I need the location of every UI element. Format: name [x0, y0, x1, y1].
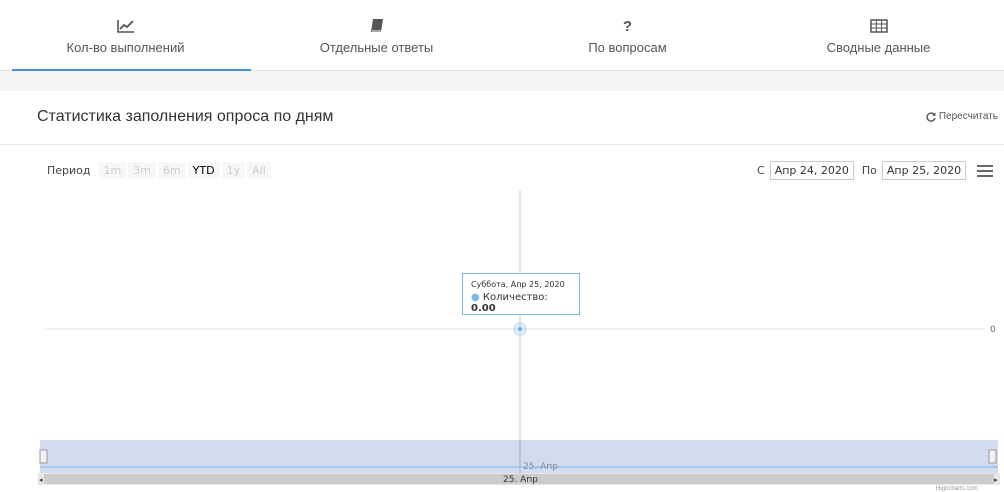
tab-individual-answers[interactable]: Отдельные ответы: [251, 0, 502, 70]
range-selector: Период 1m 3m 6m YTD 1y All: [47, 162, 273, 179]
tab-summary-data[interactable]: Сводные данные: [753, 0, 1004, 70]
chart-menu-icon[interactable]: [977, 165, 993, 180]
data-point[interactable]: [516, 325, 524, 333]
scrollbar-left-arrow[interactable]: ◂: [39, 477, 43, 484]
tooltip-row: ● Количество: 0.00: [471, 292, 571, 314]
section-separator: [0, 71, 1004, 91]
panel-title: Статистика заполнения опроса по дням: [37, 108, 334, 125]
range-ytd-button[interactable]: YTD: [187, 162, 220, 179]
navigator: 25. Апр ◂ ▸ 25. Апр: [38, 440, 1000, 485]
recalculate-label: Пересчитать: [938, 111, 998, 122]
tab-label: Кол-во выполнений: [66, 40, 185, 55]
date-range-inputs: С Апр 24, 2020 По Апр 25, 2020: [757, 161, 974, 180]
to-label: По: [861, 164, 877, 177]
tab-label: Отдельные ответы: [319, 40, 434, 55]
line-chart-icon: [116, 16, 136, 36]
tab-by-questions[interactable]: ? По вопросам: [502, 0, 753, 70]
recalculate-button[interactable]: Пересчитать: [926, 111, 998, 122]
from-date-input[interactable]: Апр 24, 2020: [769, 161, 854, 180]
series-dot-icon: ●: [471, 292, 480, 303]
question-icon: ?: [622, 17, 633, 35]
table-icon: [869, 16, 888, 36]
range-label: Период: [47, 164, 91, 177]
panel-header: Статистика заполнения опроса по дням Пер…: [0, 92, 1004, 145]
scrollbar-right-arrow[interactable]: ▸: [994, 477, 998, 484]
tab-bar: Кол-во выполнений Отдельные ответы ? По …: [0, 0, 1004, 71]
navigator-mask[interactable]: [40, 440, 998, 473]
range-all-button[interactable]: All: [247, 162, 271, 179]
navigator-right-handle[interactable]: [988, 449, 997, 464]
scrollbar-date-label: 25. Апр: [503, 475, 538, 485]
tab-completions-count[interactable]: Кол-во выполнений: [0, 0, 251, 71]
navigator-date-label: 25. Апр: [523, 462, 558, 472]
book-icon: [370, 16, 384, 36]
tab-label: По вопросам: [588, 40, 667, 55]
tooltip-value: 0.00: [471, 303, 496, 314]
chart-area: 0 25. Апр ◂ ▸ 25. Апр: [38, 190, 1000, 485]
range-1m-button[interactable]: 1m: [98, 162, 127, 179]
range-1y-button[interactable]: 1y: [221, 162, 246, 179]
highcharts-credits[interactable]: Highcharts.com: [936, 486, 978, 492]
chart-tooltip: Суббота, Апр 25, 2020 ● Количество: 0.00: [462, 273, 580, 315]
tab-label: Сводные данные: [826, 40, 931, 55]
range-6m-button[interactable]: 6m: [157, 162, 186, 179]
tooltip-series-label: Количество:: [482, 292, 548, 303]
y-tick-label: 0: [990, 325, 996, 335]
range-3m-button[interactable]: 3m: [128, 162, 156, 179]
tooltip-date: Суббота, Апр 25, 2020: [471, 280, 565, 289]
refresh-icon: [926, 111, 936, 122]
navigator-left-handle[interactable]: [39, 449, 48, 464]
to-date-input[interactable]: Апр 25, 2020: [881, 161, 967, 180]
from-label: С: [757, 164, 765, 177]
